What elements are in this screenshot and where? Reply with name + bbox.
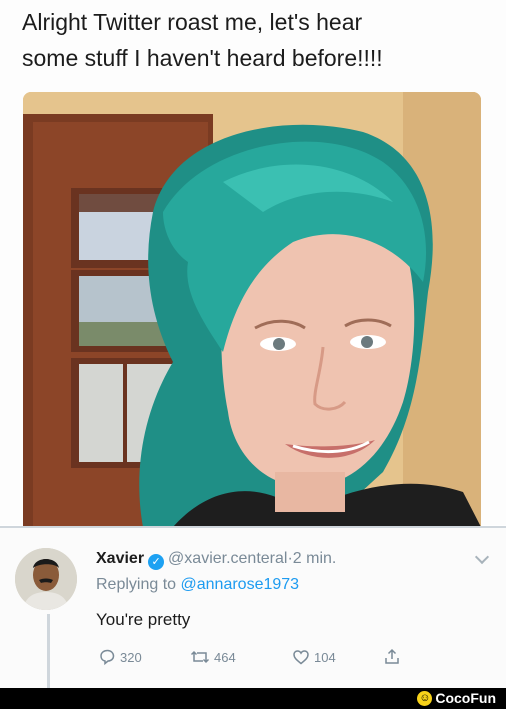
like-button[interactable]: 104 — [292, 648, 336, 666]
verified-badge-icon: ✓ — [148, 554, 165, 570]
like-icon — [293, 650, 309, 665]
replying-to: Replying to @annarose1973 — [96, 576, 299, 594]
share-icon — [385, 648, 399, 664]
tweet-photo[interactable] — [23, 92, 481, 527]
display-name[interactable]: Xavier — [96, 550, 144, 567]
reply-button[interactable]: 320 — [98, 648, 142, 666]
watermark-bar: ☺ CocoFun — [0, 688, 506, 709]
reply-text: You're pretty — [96, 610, 191, 629]
watermark-logo: ☺ CocoFun — [417, 690, 496, 706]
retweet-icon — [190, 650, 210, 664]
like-count: 104 — [314, 649, 336, 665]
original-tweet: Alright Twitter roast me, let's hear som… — [0, 0, 506, 527]
thread-line — [47, 614, 50, 688]
replying-prefix: Replying to — [96, 576, 177, 593]
reply-icon — [100, 649, 115, 666]
reply-count: 320 — [120, 649, 142, 665]
retweet-button[interactable]: 464 — [190, 648, 236, 666]
smiley-logo-icon: ☺ — [417, 690, 433, 706]
tweet-text: Alright Twitter roast me, let's hear som… — [22, 9, 383, 71]
reply-header: Xavier ✓ @xavier.centeral·2 min. — [96, 550, 336, 570]
user-handle[interactable]: @xavier.centeral — [168, 550, 287, 567]
timestamp[interactable]: 2 min. — [293, 550, 337, 567]
avatar[interactable] — [15, 548, 77, 610]
selfie-image — [23, 92, 481, 527]
mention-link[interactable]: @annarose1973 — [181, 576, 300, 593]
chevron-down-icon[interactable] — [474, 549, 490, 565]
retweet-count: 464 — [214, 649, 236, 665]
watermark-brand: CocoFun — [435, 690, 496, 706]
reply-tweet[interactable]: Xavier ✓ @xavier.centeral·2 min. Replying … — [0, 528, 506, 688]
share-button[interactable] — [383, 648, 405, 666]
avatar-image — [15, 548, 77, 610]
